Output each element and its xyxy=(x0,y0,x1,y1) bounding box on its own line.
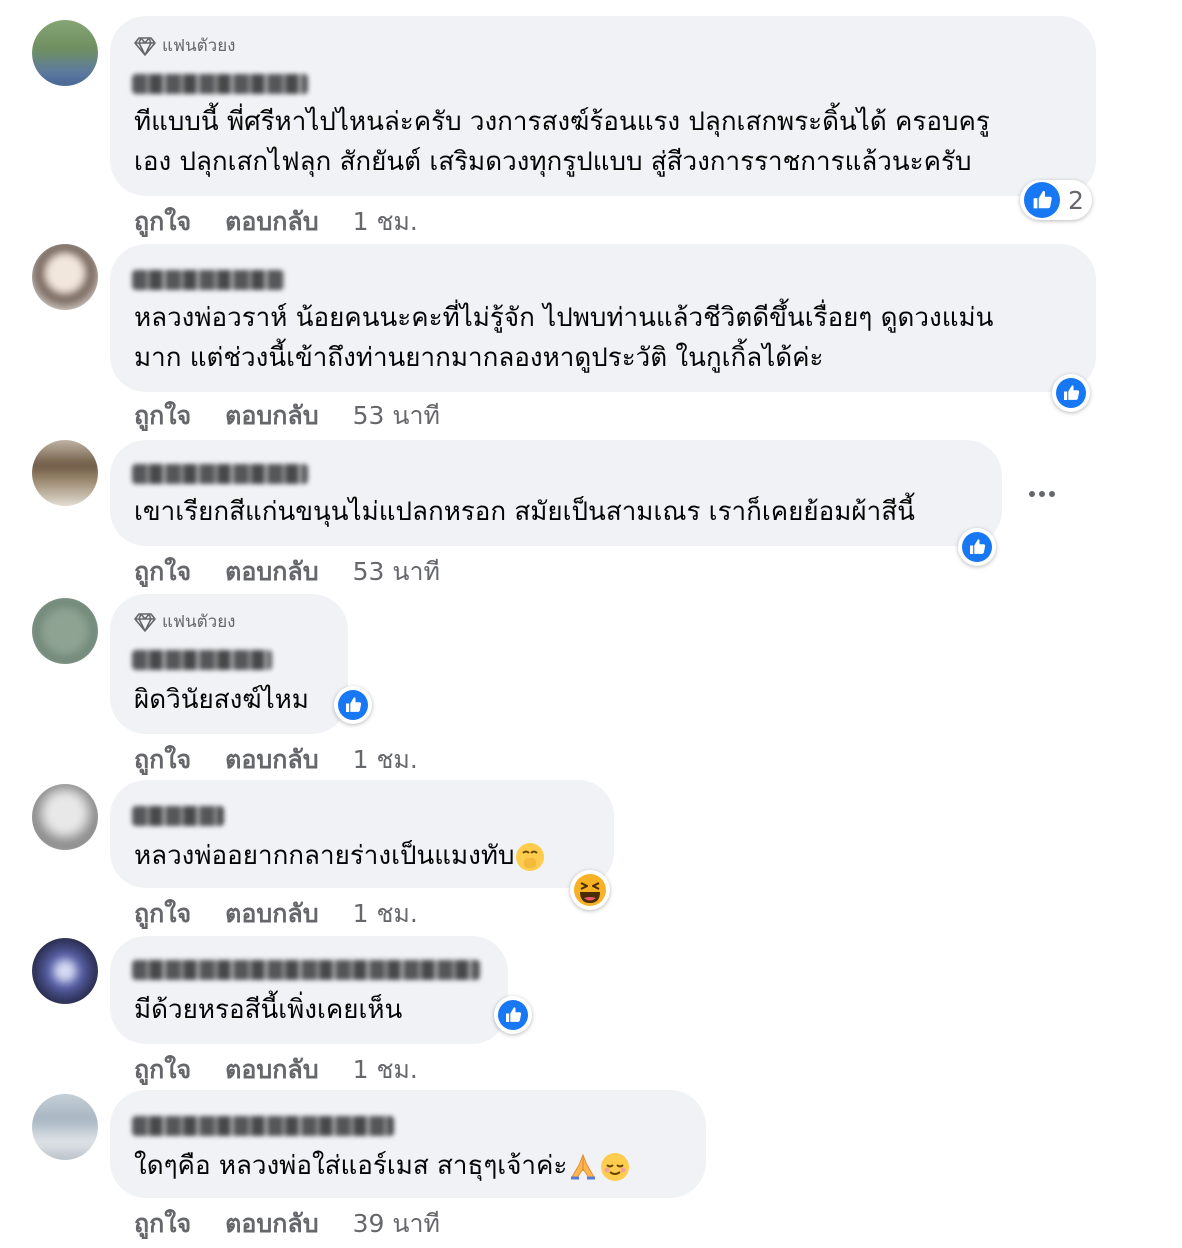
comment-text: เขาเรียกสีแก่นขนุนไม่แปลกหรอก สมัยเป็นสา… xyxy=(134,497,915,527)
timestamp[interactable]: 53 นาที xyxy=(353,552,440,592)
avatar[interactable] xyxy=(32,440,98,506)
timestamp[interactable]: 1 ชม. xyxy=(353,894,418,934)
reply-button[interactable]: ตอบกลับ xyxy=(225,202,318,242)
like-button[interactable]: ถูกใจ xyxy=(134,1050,191,1090)
fan-badge: แฟนตัวยง xyxy=(134,608,235,635)
reply-button[interactable]: ตอบกลับ xyxy=(225,1204,318,1244)
comment-text: เอง ปลุกเสกไฟลุก สักยันต์ เสริมดวงทุกรูป… xyxy=(134,147,972,177)
comment-text-content: ใดๆคือ หลวงพ่อใส่แอร์เมส สาธุๆเจ้าค่ะ xyxy=(134,1151,568,1181)
reply-button[interactable]: ตอบกลับ xyxy=(225,396,318,436)
like-button[interactable]: ถูกใจ xyxy=(134,740,191,780)
comment-text: หลวงพ่อวราห์ น้อยคนนะคะที่ไม่รู้จัก ไปพบ… xyxy=(134,303,994,333)
haha-icon xyxy=(574,874,606,906)
reaction-summary[interactable] xyxy=(958,528,996,566)
avatar[interactable] xyxy=(32,598,98,664)
commenter-name[interactable] xyxy=(132,464,308,484)
comment-text: มาก แต่ช่วงนี้เข้าถึงท่านยากมากลองหาดูปร… xyxy=(134,343,824,373)
like-icon xyxy=(1056,378,1086,408)
timestamp[interactable]: 39 นาที xyxy=(353,1204,440,1244)
like-icon xyxy=(338,690,368,720)
commenter-name[interactable] xyxy=(132,650,272,670)
commenter-name[interactable] xyxy=(132,960,480,980)
timestamp[interactable]: 1 ชม. xyxy=(353,1050,418,1090)
fan-badge: แฟนตัวยง xyxy=(134,32,235,59)
fan-badge-label: แฟนตัวยง xyxy=(162,612,236,632)
reaction-summary[interactable] xyxy=(334,686,372,724)
reply-button[interactable]: ตอบกลับ xyxy=(225,552,318,592)
comment-text: ทีแบบนี้ พี่ศรีหาไปไหนล่ะครับ วงการสงฆ์ร… xyxy=(134,107,990,137)
like-icon xyxy=(498,1000,528,1030)
like-icon xyxy=(1024,182,1060,218)
reaction-count: 2 xyxy=(1068,185,1084,215)
comment-text: มีด้วยหรอสีนี้เพิ่งเคยเห็น xyxy=(134,995,403,1025)
reaction-summary[interactable] xyxy=(1052,374,1090,412)
reply-button[interactable]: ตอบกลับ xyxy=(225,740,318,780)
like-button[interactable]: ถูกใจ xyxy=(134,396,191,436)
avatar[interactable] xyxy=(32,20,98,86)
comment-text: ผิดวินัยสงฆ์ไหม xyxy=(134,685,309,715)
timestamp[interactable]: 1 ชม. xyxy=(353,740,418,780)
commenter-name[interactable] xyxy=(132,1116,394,1136)
comment-text: ใดๆคือ หลวงพ่อใส่แอร์เมส สาธุๆเจ้าค่ะ xyxy=(134,1146,631,1186)
face-with-hand-over-mouth-emoji xyxy=(516,842,545,871)
relieved-face-emoji xyxy=(601,1152,630,1181)
reply-button[interactable]: ตอบกลับ xyxy=(225,1050,318,1090)
reaction-summary[interactable] xyxy=(570,870,610,910)
like-button[interactable]: ถูกใจ xyxy=(134,1204,191,1244)
timestamp[interactable]: 1 ชม. xyxy=(353,202,418,242)
like-button[interactable]: ถูกใจ xyxy=(134,552,191,592)
reaction-summary[interactable]: 2 xyxy=(1020,180,1092,220)
commenter-name[interactable] xyxy=(132,270,284,290)
fan-badge-label: แฟนตัวยง xyxy=(162,36,236,56)
diamond-icon xyxy=(134,612,156,632)
like-button[interactable]: ถูกใจ xyxy=(134,202,191,242)
commenter-name[interactable] xyxy=(132,806,224,826)
reaction-summary[interactable] xyxy=(494,996,532,1034)
comment-text: หลวงพ่ออยากกลายร่างเป็นแมงทับ xyxy=(134,836,546,876)
avatar[interactable] xyxy=(32,1094,98,1160)
more-options-button[interactable] xyxy=(1022,482,1062,506)
like-icon xyxy=(962,532,992,562)
avatar[interactable] xyxy=(32,938,98,1004)
reply-button[interactable]: ตอบกลับ xyxy=(225,894,318,934)
diamond-icon xyxy=(134,36,156,56)
avatar[interactable] xyxy=(32,244,98,310)
timestamp[interactable]: 53 นาที xyxy=(353,396,440,436)
commenter-name[interactable] xyxy=(132,74,308,94)
avatar[interactable] xyxy=(32,784,98,850)
like-button[interactable]: ถูกใจ xyxy=(134,894,191,934)
folded-hands-emoji xyxy=(571,1153,596,1180)
comment-text-content: หลวงพ่ออยากกลายร่างเป็นแมงทับ xyxy=(134,841,515,871)
